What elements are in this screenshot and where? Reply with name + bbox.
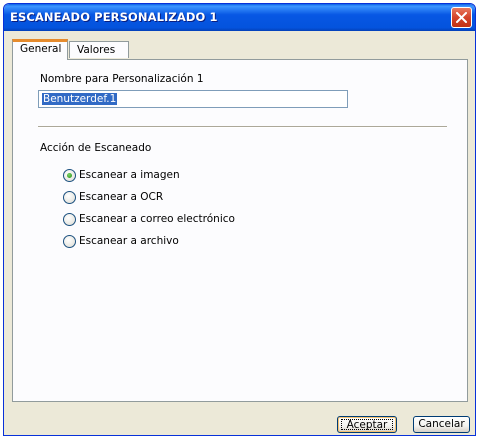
accept-button-label: Aceptar bbox=[341, 419, 393, 431]
radio-label-file: Escanear a archivo bbox=[79, 235, 179, 247]
radio-dot bbox=[67, 173, 72, 178]
scan-action-label: Acción de Escaneado bbox=[40, 142, 152, 154]
radio-label-email: Escanear a correo electrónico bbox=[79, 213, 235, 225]
tab-valores[interactable]: Valores bbox=[69, 41, 129, 58]
close-button[interactable] bbox=[451, 7, 472, 28]
cancel-button[interactable]: Cancelar bbox=[413, 416, 470, 433]
title-bar[interactable]: ESCANEADO PERSONALIZADO 1 bbox=[4, 4, 475, 31]
tab-general[interactable]: General bbox=[12, 39, 68, 60]
general-panel: Nombre para Personalización 1 Benutzerde… bbox=[12, 59, 468, 402]
radio-button-selected[interactable] bbox=[63, 169, 76, 182]
radio-button[interactable] bbox=[63, 213, 76, 226]
name-input[interactable]: Benutzerdef.1 bbox=[38, 90, 348, 108]
name-label: Nombre para Personalización 1 bbox=[40, 73, 204, 85]
name-input-value: Benutzerdef.1 bbox=[42, 93, 118, 105]
radio-label-image: Escanear a imagen bbox=[79, 169, 180, 181]
dialog-window: ESCANEADO PERSONALIZADO 1 General Valore… bbox=[3, 3, 476, 436]
close-icon bbox=[456, 12, 467, 23]
accept-button[interactable]: Aceptar bbox=[337, 416, 397, 433]
radio-button[interactable] bbox=[63, 191, 76, 204]
radio-label-ocr: Escanear a OCR bbox=[79, 191, 164, 203]
divider bbox=[38, 126, 447, 128]
radio-button[interactable] bbox=[63, 235, 76, 248]
window-title: ESCANEADO PERSONALIZADO 1 bbox=[10, 10, 218, 24]
